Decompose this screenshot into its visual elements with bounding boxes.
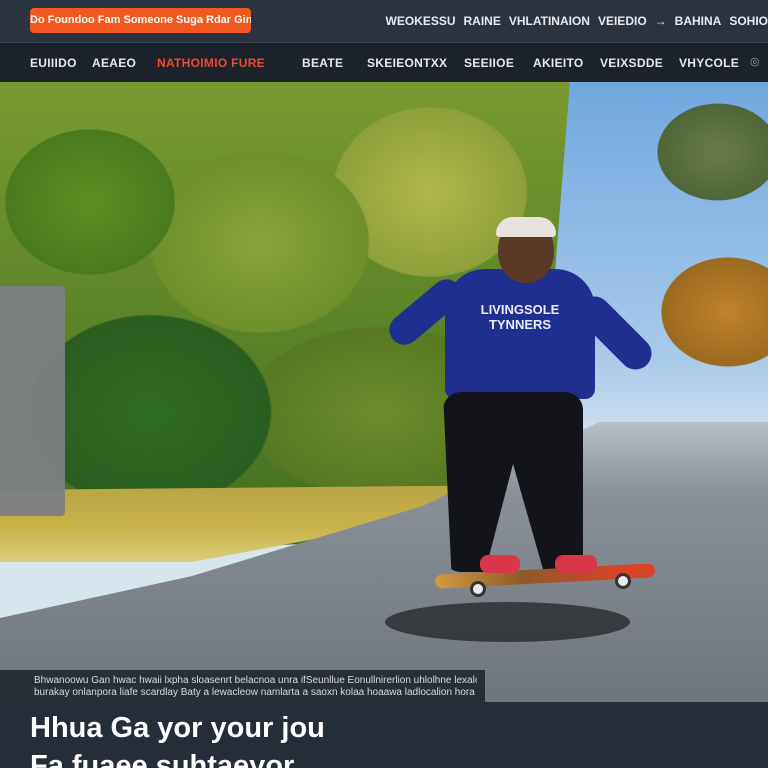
skater-sweatshirt — [445, 269, 595, 399]
page-headline: Hhua Ga yor your jou — [30, 712, 325, 744]
wheel-icon — [470, 581, 486, 597]
nav-item-7[interactable]: AKIEITO — [533, 56, 584, 70]
page-headline-line-2: Fa fuaee suhtaeyor — [30, 750, 295, 768]
globe-icon[interactable]: ◎ — [750, 55, 764, 69]
hero-image: LIVINGSOLE TYNNERS — [0, 82, 768, 702]
promo-banner-button[interactable]: Do Foundoo Fam Someone Suga Rdar Gin — [30, 8, 251, 33]
top-link-sohio[interactable]: SOHIO — [729, 14, 768, 32]
skater-legs — [443, 392, 583, 572]
nav-item-2[interactable]: AEAEO — [92, 56, 136, 70]
shirt-text: LIVINGSOLE TYNNERS — [480, 302, 560, 332]
caption-line-1: Bhwanoowu Gan hwac hwaii lxpha sloasenrt… — [34, 675, 477, 686]
nav-item-4[interactable]: BEATE — [302, 56, 343, 70]
image-caption: Bhwanoowu Gan hwac hwaii lxpha sloasenrt… — [0, 670, 485, 702]
footer-banner: Hhua Ga yor your jou Fa fuaee suhtaeyor — [0, 702, 768, 768]
nav-item-1[interactable]: EUIIIDO — [30, 56, 77, 70]
skater-cap — [496, 217, 556, 237]
top-link-raine[interactable]: RAINE — [464, 14, 501, 32]
caption-line-2: burakay onlanpora liafe scardlay Baty a … — [34, 687, 475, 698]
wheel-icon — [615, 573, 631, 589]
top-links: WEOKESSU RAINE VHLATINAION VEIEDIO → BAH… — [386, 14, 768, 32]
skater-shoe-right — [555, 555, 597, 573]
arrow-right-icon: → — [654, 14, 667, 28]
nav-item-9[interactable]: VHYCOLE — [679, 56, 739, 70]
main-nav: EUIIIDO AEAEO NATHOIMIO FURE BEATE SKEIE… — [0, 42, 768, 82]
top-link-vhlatinaion[interactable]: VHLATINAION — [509, 14, 590, 32]
top-link-bahina[interactable]: BAHINA — [675, 14, 722, 32]
nav-item-8[interactable]: VEIXSDDE — [600, 56, 663, 70]
top-link-veiedio[interactable]: VEIEDIO — [598, 14, 647, 32]
skater-figure: LIVINGSOLE TYNNERS — [375, 217, 675, 617]
side-panel-placeholder — [0, 286, 65, 516]
skater-shoe-left — [480, 555, 520, 573]
top-bar: Do Foundoo Fam Someone Suga Rdar Gin WEO… — [0, 0, 768, 42]
nav-item-5[interactable]: SKEIEONTXX — [367, 56, 447, 70]
nav-item-6[interactable]: SEEIIOE — [464, 56, 514, 70]
nav-item-active[interactable]: NATHOIMIO FURE — [157, 56, 265, 70]
top-link-weokessu[interactable]: WEOKESSU — [386, 14, 456, 32]
